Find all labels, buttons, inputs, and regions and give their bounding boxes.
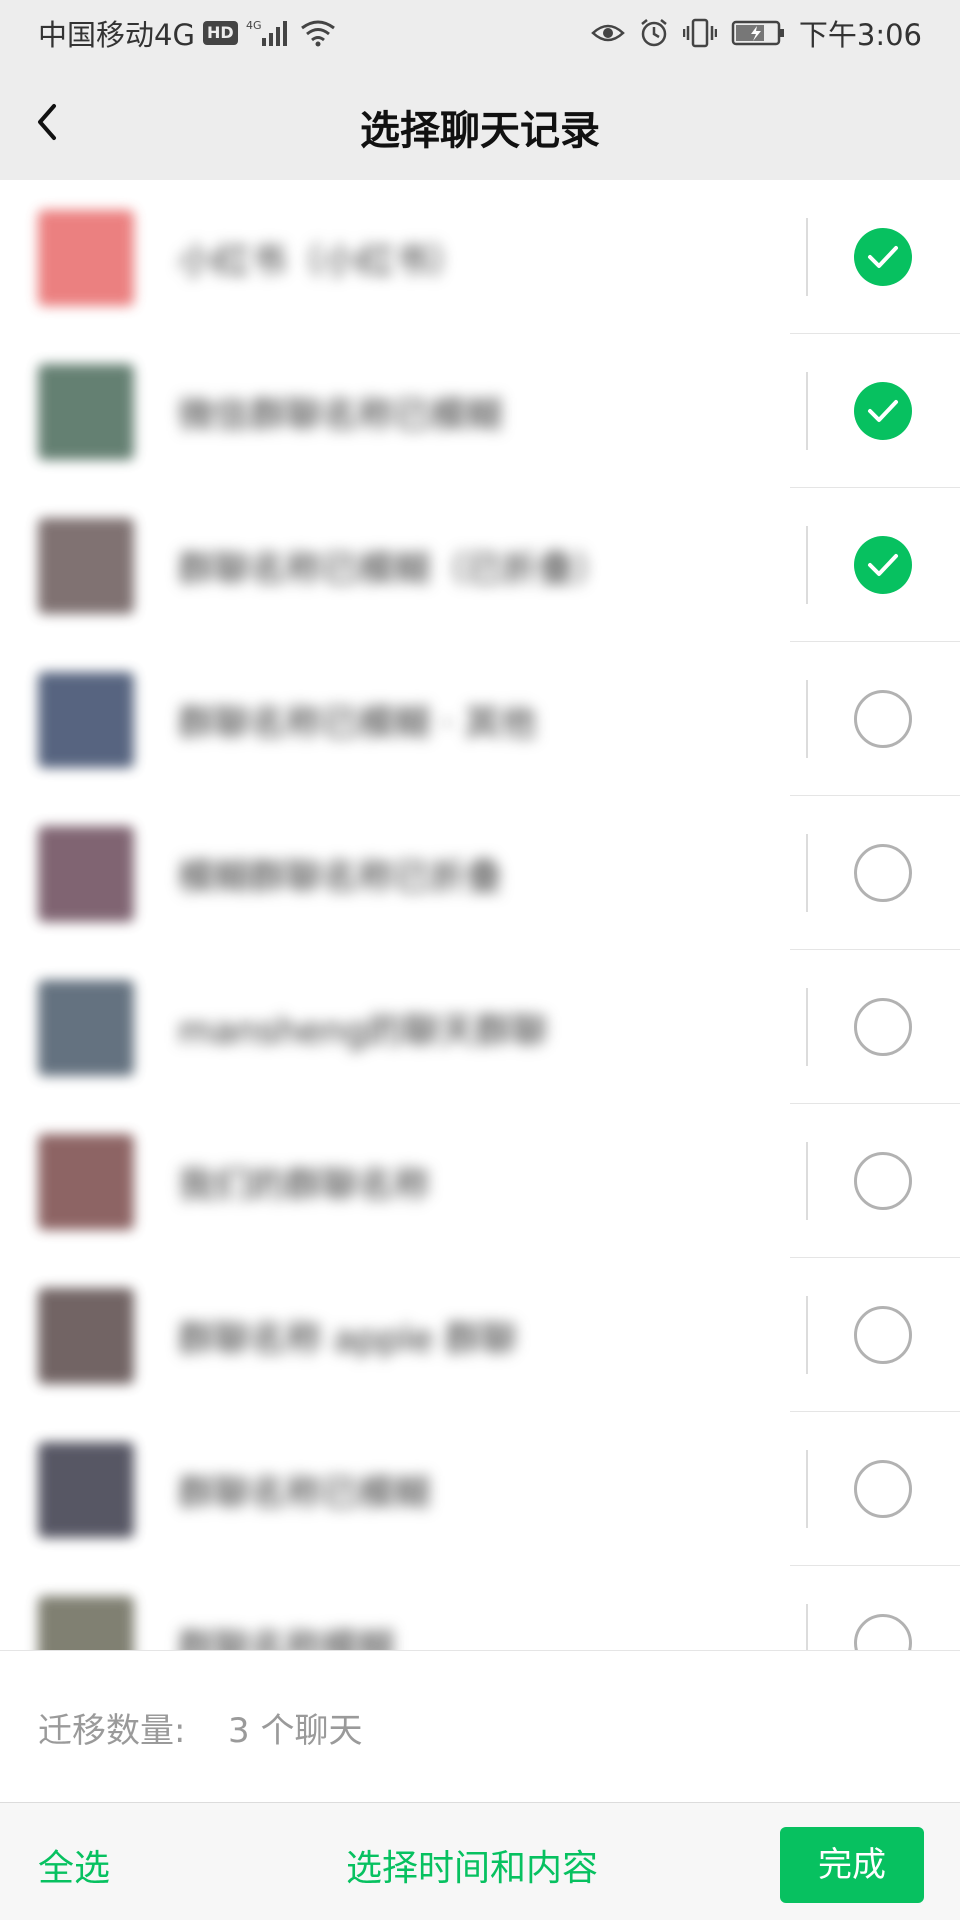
bottom-bar: 全选 选择时间和内容 完成 [0,1802,960,1920]
migration-count-label: 迁移数量: [38,1711,186,1751]
avatar [38,1442,134,1538]
svg-text:4G: 4G [246,19,262,32]
eye-icon [591,21,625,45]
clock-time: 下午3:06 [798,18,922,52]
chat-row[interactable]: 群聊名称已模糊 [0,1412,960,1566]
status-bar: 中国移动4G HD 4G 下午3:06 [0,0,960,64]
chat-name: 小红书（小红书） [178,241,467,282]
avatar [38,980,134,1076]
select-time-content-button[interactable]: 选择时间和内容 [346,1839,598,1891]
avatar [38,672,134,768]
battery-icon [731,19,785,47]
carrier-label: 中国移动4G [38,18,195,52]
chat-name: 微信群聊名称已模糊 [178,395,503,436]
status-left: 中国移动4G HD 4G [38,12,336,54]
row-separator [806,218,808,296]
chat-name: 群聊名称 apple 群聊 [178,1319,517,1360]
page-title: 选择聊天记录 [360,108,600,154]
chat-row[interactable]: 微信群聊名称已模糊 [0,334,960,488]
row-separator [806,1450,808,1528]
select-all-button[interactable]: 全选 [38,1839,110,1891]
chat-name: 我们的群聊名称 [178,1165,431,1206]
chat-list[interactable]: 小红书（小红书） 微信群聊名称已模糊群聊名称已模糊（已折叠） 群聊名称已模糊 · 其… [0,180,960,1650]
chat-row[interactable]: 小红书（小红书） [0,180,960,334]
row-separator [806,526,808,604]
chat-name: 群聊名称已模糊（已折叠） [178,549,611,590]
row-separator [806,372,808,450]
alarm-icon [639,18,669,48]
row-separator [806,1604,808,1650]
avatar [38,826,134,922]
checkmark-icon [868,554,898,576]
checkbox-unchecked[interactable] [854,690,912,748]
chat-row[interactable]: 模糊群聊名称已折叠 [0,796,960,950]
checkbox-checked[interactable] [854,382,912,440]
wifi-icon [300,19,336,47]
row-separator [806,834,808,912]
chat-row[interactable]: 群聊名称 apple 群聊 [0,1258,960,1412]
checkbox-unchecked[interactable] [854,1306,912,1364]
checkbox-unchecked[interactable] [854,998,912,1056]
avatar [38,1288,134,1384]
chat-row[interactable]: 群聊名称已模糊 · 其他 [0,642,960,796]
chat-name: 模糊群聊名称已折叠 [178,857,503,898]
checkbox-unchecked[interactable] [854,1614,912,1650]
avatar [38,1134,134,1230]
chat-row[interactable]: 群聊名称已模糊（已折叠） [0,488,960,642]
row-separator [806,1296,808,1374]
nav-bar: 选择聊天记录 [0,64,960,180]
chat-name: 群聊名称已模糊 · 其他 [178,703,537,744]
row-separator [806,988,808,1066]
row-separator [806,680,808,758]
checkbox-checked[interactable] [854,536,912,594]
checkbox-unchecked[interactable] [854,1460,912,1518]
checkbox-unchecked[interactable] [854,844,912,902]
checkbox-checked[interactable] [854,228,912,286]
migration-count-value: 3 个聊天 [228,1711,363,1751]
chat-name: mansheng的聊天群聊 [178,1011,548,1052]
chat-name: 群聊名称模糊 [178,1627,395,1650]
row-separator [806,1142,808,1220]
migration-count-area: 迁移数量: 3 个聊天 [0,1650,960,1802]
hd-badge: HD [202,21,238,45]
chat-name: 群聊名称已模糊 [178,1473,431,1514]
avatar [38,1596,134,1650]
done-button[interactable]: 完成 [780,1827,924,1903]
signal-icon: 4G [246,18,292,48]
chat-row[interactable]: mansheng的聊天群聊 [0,950,960,1104]
vibrate-icon [682,18,717,48]
checkmark-icon [868,246,898,268]
chat-row[interactable]: 我们的群聊名称 [0,1104,960,1258]
avatar [38,210,134,306]
checkmark-icon [868,400,898,422]
checkbox-unchecked[interactable] [854,1152,912,1210]
status-right: 下午3:06 [591,12,922,54]
avatar [38,364,134,460]
avatar [38,518,134,614]
chat-row[interactable]: 群聊名称模糊 [0,1566,960,1650]
